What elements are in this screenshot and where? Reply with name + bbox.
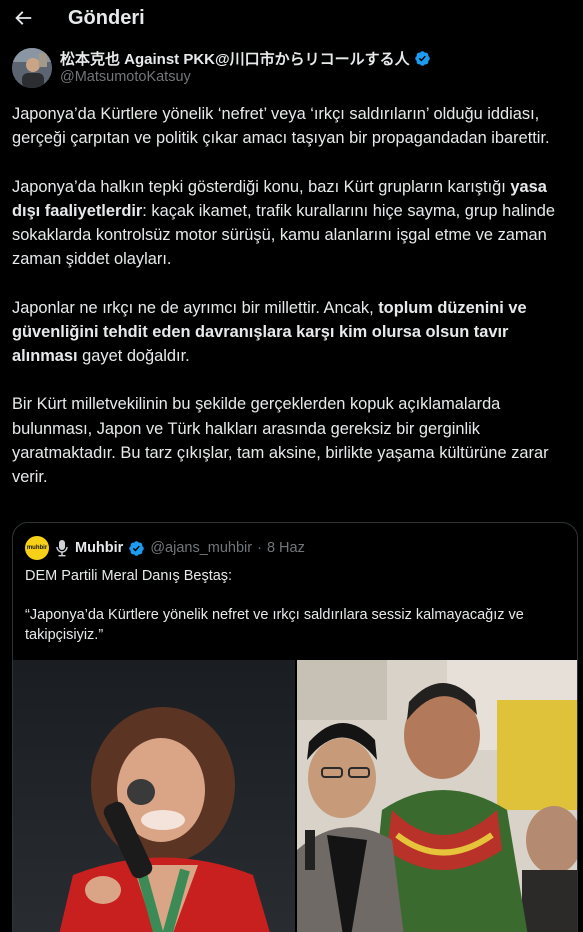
tweet-paragraph: Japonlar ne ırkçı ne de ayrımcı bir mill…	[12, 296, 578, 369]
quote-body: DEM Partili Meral Danış Beştaş: “Japonya…	[25, 567, 565, 665]
quoted-tweet[interactable]: muhbir Muhbir @ajans_muhbir · 8 Haz DEM …	[12, 522, 578, 932]
tweet-text: Bir Kürt milletvekilinin bu şekilde gerç…	[12, 395, 549, 486]
quote-timestamp[interactable]: 8 Haz	[267, 540, 305, 556]
author-handle[interactable]: @MatsumotoKatsuy	[60, 69, 191, 85]
tweet-paragraph: Japonya’da halkın tepki gösterdiği konu,…	[12, 175, 578, 272]
author-name-row[interactable]: 松本克也 Against PKK@川口市からリコールする人	[60, 48, 431, 69]
tweet-text: gayet doğaldır.	[77, 347, 190, 365]
microphone-icon	[56, 540, 68, 557]
quote-header: muhbir Muhbir @ajans_muhbir · 8 Haz	[25, 536, 305, 560]
top-bar: Gönderi	[0, 0, 583, 40]
arrow-left-icon	[15, 11, 32, 25]
tweet-text: Japonya’da Kürtlere yönelik ‘nefret’ vey…	[12, 105, 550, 148]
separator-dot: ·	[257, 540, 262, 556]
verified-badge-icon	[129, 540, 145, 556]
quote-media	[13, 660, 577, 932]
quote-line: “Japonya’da Kürtlere yönelik nefret ve ı…	[25, 607, 524, 643]
page-title: Gönderi	[68, 7, 145, 29]
quote-author-handle[interactable]: @ajans_muhbir	[150, 540, 252, 556]
quote-author-name[interactable]: Muhbir	[75, 540, 123, 556]
tweet-author: 松本克也 Against PKK@川口市からリコールする人 @Matsumoto…	[12, 46, 572, 90]
tweet-text: Japonlar ne ırkçı ne de ayrımcı bir mill…	[12, 298, 379, 317]
back-button[interactable]	[10, 4, 36, 32]
tweet-paragraph: Japonya’da Kürtlere yönelik ‘nefret’ vey…	[12, 102, 578, 150]
media-image-right[interactable]	[297, 660, 577, 932]
quote-line: DEM Partili Meral Danış Beştaş:	[25, 568, 233, 584]
avatar[interactable]	[12, 48, 52, 88]
tweet-text: Japonya’da halkın tepki gösterdiği konu,…	[12, 177, 511, 196]
media-image-left[interactable]	[13, 660, 295, 932]
quote-logo-text: muhbir	[26, 545, 48, 551]
author-display-name[interactable]: 松本克也 Against PKK@川口市からリコールする人	[60, 48, 410, 69]
verified-badge-icon	[414, 51, 430, 66]
quote-avatar[interactable]: muhbir	[25, 536, 49, 560]
tweet-paragraph: Bir Kürt milletvekilinin bu şekilde gerç…	[12, 392, 578, 489]
tweet-body: Japonya’da Kürtlere yönelik ‘nefret’ vey…	[12, 102, 578, 513]
